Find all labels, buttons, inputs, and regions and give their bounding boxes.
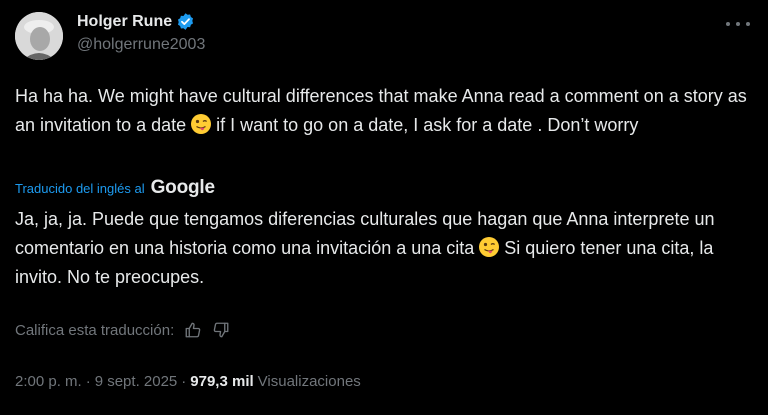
verified-badge-icon bbox=[176, 12, 195, 31]
thumbs-down-icon[interactable] bbox=[212, 321, 230, 339]
more-options-icon[interactable] bbox=[726, 14, 750, 34]
views-count: 979,3 mil bbox=[190, 373, 254, 390]
google-logo: Google bbox=[150, 177, 215, 198]
translated-from-label[interactable]: Traducido del inglés al bbox=[15, 181, 145, 196]
avatar[interactable] bbox=[15, 12, 63, 60]
tweet-time[interactable]: 2:00 p. m. bbox=[15, 373, 82, 390]
winking-face-with-tongue-emoji-icon bbox=[190, 113, 212, 135]
tweet-text-part2: if I want to go on a date, I ask for a d… bbox=[216, 115, 639, 135]
translation-attribution: Traducido del inglés al Google bbox=[15, 177, 215, 199]
views-label: Visualizaciones bbox=[257, 373, 361, 390]
separator: · bbox=[181, 373, 187, 390]
tweet-date[interactable]: 9 sept. 2025 bbox=[95, 373, 178, 390]
author-handle[interactable]: @holgerrune2003 bbox=[77, 36, 205, 54]
author-name[interactable]: Holger Rune bbox=[77, 13, 172, 31]
separator: · bbox=[85, 373, 91, 390]
translated-text: Ja, ja, ja. Puede que tengamos diferenci… bbox=[15, 205, 755, 292]
thumbs-up-icon[interactable] bbox=[184, 321, 202, 339]
tweet-metadata: 2:00 p. m. · 9 sept. 2025 · 979,3 mil Vi… bbox=[15, 373, 361, 390]
author-row: Holger Rune bbox=[77, 12, 195, 31]
rate-translation: Califica esta traducción: bbox=[15, 321, 230, 339]
tweet-text: Ha ha ha. We might have cultural differe… bbox=[15, 82, 755, 140]
winking-face-with-tongue-emoji-icon bbox=[478, 236, 500, 258]
rate-translation-label: Califica esta traducción: bbox=[15, 321, 175, 339]
